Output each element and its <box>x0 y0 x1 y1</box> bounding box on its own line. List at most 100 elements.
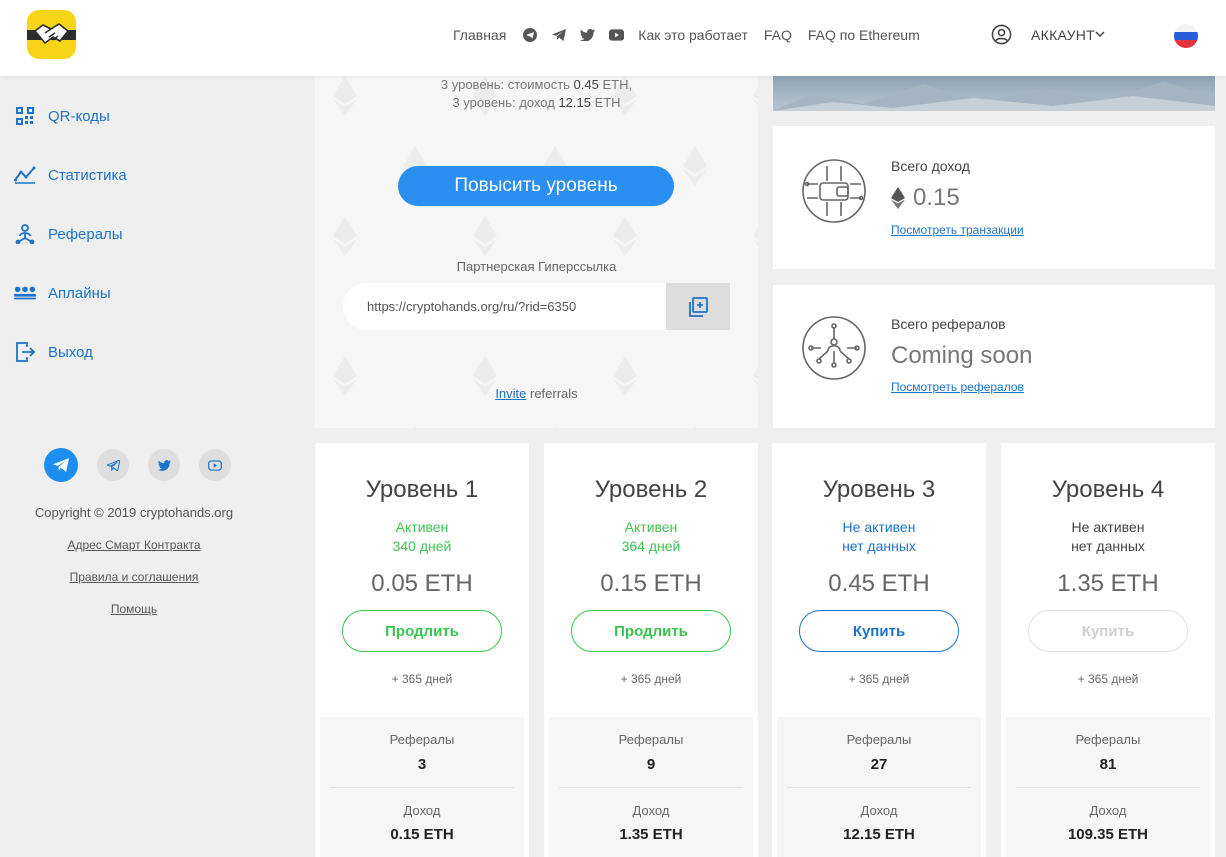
language-flag-ru[interactable] <box>1174 24 1198 48</box>
divider <box>330 787 514 788</box>
referrals-label: Рефералы <box>1075 732 1141 747</box>
telegram-icon[interactable] <box>551 28 566 43</box>
extend-days: + 365 дней <box>1077 672 1139 686</box>
level3-income-prefix: 3 уровень: доход <box>452 95 559 110</box>
invite-suffix: referrals <box>526 386 578 401</box>
telegram-icon[interactable] <box>97 449 129 481</box>
level-card-1: Уровень 1 Активен 340 дней 0.05 ETH Прод… <box>315 443 529 857</box>
sidebar-item-referrals[interactable]: Рефералы <box>14 223 123 245</box>
level3-cost-prefix: 3 уровень: стоимость <box>440 77 574 92</box>
copy-icon <box>689 296 708 317</box>
mountain-banner-image <box>773 76 1215 111</box>
referrals-count: 9 <box>646 756 656 773</box>
level3-income-line: 3 уровень: доход 12.15 ETH <box>315 95 758 110</box>
handshake-logo-icon[interactable] <box>27 10 76 59</box>
contract-address-link[interactable]: Адрес Смарт Контракта <box>0 538 268 552</box>
view-referrals-link[interactable]: Посмотреть рефералов <box>891 380 1024 394</box>
sidebar-item-label: Аплайны <box>48 284 111 302</box>
level-title: Уровень 3 <box>822 476 936 503</box>
buy-button[interactable]: Купить <box>799 610 959 652</box>
level-days: нет данных <box>1071 538 1145 554</box>
twitter-icon[interactable] <box>580 28 596 43</box>
income-label: Доход <box>860 803 898 818</box>
youtube-icon[interactable] <box>609 28 625 43</box>
twitter-icon[interactable] <box>148 449 180 481</box>
top-header: Главная Как это работает FAQ FAQ по Ethe… <box>0 0 1226 76</box>
referrals-icon <box>14 223 36 245</box>
income-label: Доход <box>1089 803 1127 818</box>
sidebar-item-label: Статистика <box>48 166 127 184</box>
referrals-label: Всего рефералов <box>891 316 1006 332</box>
level-title: Уровень 2 <box>594 476 708 503</box>
rules-link[interactable]: Правила и соглашения <box>0 570 268 584</box>
sidebar-item-statistics[interactable]: Статистика <box>14 164 127 186</box>
level-price: 0.05 ETH <box>371 570 473 597</box>
nav-home[interactable]: Главная <box>453 27 506 43</box>
account-label: АККАУНТ <box>1031 26 1096 43</box>
level-status: Не активен <box>1071 519 1145 535</box>
income-amount: 1.35 ETH <box>619 826 683 843</box>
sidebar-item-label: Выход <box>48 343 93 361</box>
income-amount: 109.35 ETH <box>1067 826 1149 843</box>
referral-panel: 3 уровень: стоимость 0.45 ETH, 3 уровень… <box>315 76 758 428</box>
qr-icon <box>14 105 36 127</box>
level3-income-value: 12.15 <box>558 95 591 110</box>
youtube-icon[interactable] <box>199 449 231 481</box>
income-label: Всего доход <box>891 158 970 174</box>
extend-button[interactable]: Продлить <box>571 610 731 652</box>
level3-cost-value: 0.45 <box>573 77 599 92</box>
help-link[interactable]: Помощь <box>0 602 268 616</box>
copy-link-button[interactable] <box>666 283 730 330</box>
referral-link-field[interactable]: https://cryptohands.org/ru/?rid=6350 <box>343 283 667 330</box>
invite-link[interactable]: Invite <box>495 386 526 401</box>
sidebar: QR-коды Статистика Рефералы Аплайны Выхо… <box>0 76 268 857</box>
nav-faq-ethereum[interactable]: FAQ по Ethereum <box>808 27 920 43</box>
copyright-text: Copyright © 2019 cryptohands.org <box>34 505 234 520</box>
divider <box>787 787 971 788</box>
telegram-round-icon[interactable] <box>522 28 537 43</box>
ethereum-icon <box>891 187 905 209</box>
nav-how-it-works[interactable]: Как это работает <box>638 27 748 43</box>
invite-referrals-text: Invite referrals <box>315 386 758 401</box>
referrals-label: Рефералы <box>389 732 455 747</box>
chevron-down-icon <box>1095 31 1105 38</box>
extend-button[interactable]: Продлить <box>342 610 502 652</box>
stats-icon <box>14 164 36 186</box>
level-card-3: Уровень 3 Не активен нет данных 0.45 ETH… <box>772 443 986 857</box>
income-label: Доход <box>403 803 441 818</box>
extend-days: + 365 дней <box>620 672 682 686</box>
ethereum-pattern-background <box>315 76 758 428</box>
extend-days: + 365 дней <box>391 672 453 686</box>
divider <box>559 787 743 788</box>
sidebar-item-uplines[interactable]: Аплайны <box>14 282 111 304</box>
raise-level-button[interactable]: Повысить уровень <box>398 166 674 206</box>
level-stats: Рефералы 27 Доход 12.15 ETH <box>777 717 981 857</box>
income-amount: 12.15 ETH <box>843 826 915 843</box>
income-label: Доход <box>632 803 670 818</box>
sidebar-item-logout[interactable]: Выход <box>14 341 93 363</box>
nav-faq[interactable]: FAQ <box>764 27 792 43</box>
divider <box>1016 787 1200 788</box>
level-title: Уровень 1 <box>365 476 479 503</box>
view-transactions-link[interactable]: Посмотреть транзакции <box>891 223 1024 237</box>
level-status: Активен <box>395 519 449 535</box>
level-status: Активен <box>624 519 678 535</box>
total-income-card: Всего доход 0.15 Посмотреть транзакции <box>773 126 1215 269</box>
level3-cost-suffix: ETH, <box>598 77 633 92</box>
level-status: Не активен <box>842 519 916 535</box>
buy-button-disabled[interactable]: Купить <box>1028 610 1188 652</box>
income-value: 0.15 <box>913 184 960 211</box>
account-menu[interactable]: АККАУНТ <box>991 24 1105 45</box>
level-price: 1.35 ETH <box>1057 570 1159 597</box>
partner-link-label: Партнерская Гиперссылка <box>456 259 617 274</box>
sidebar-item-qr[interactable]: QR-коды <box>14 105 110 127</box>
level-days: 340 дней <box>392 538 452 554</box>
referrals-count: 3 <box>417 756 427 773</box>
level-days: 364 дней <box>621 538 681 554</box>
uplines-icon <box>14 282 36 304</box>
telegram-chat-icon[interactable] <box>44 448 78 482</box>
main-nav: Главная Как это работает FAQ FAQ по Ethe… <box>453 27 936 43</box>
level-card-2: Уровень 2 Активен 364 дней 0.15 ETH Прод… <box>544 443 758 857</box>
referrals-label: Рефералы <box>618 732 684 747</box>
income-amount: 0.15 ETH <box>390 826 454 843</box>
